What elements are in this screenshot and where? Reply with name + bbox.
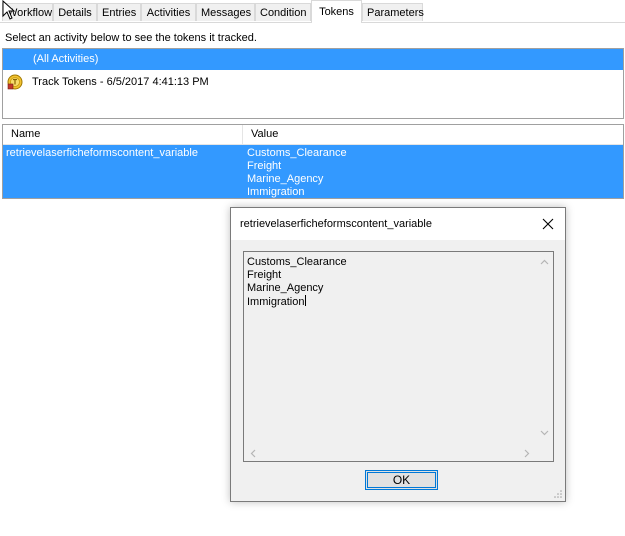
textbox-content: Customs_Clearance Freight Marine_Agency … (247, 256, 347, 309)
resize-grip-icon[interactable] (553, 489, 563, 499)
track-tokens-icon (7, 74, 23, 90)
table-row[interactable]: retrievelaserficheformscontent_variable … (3, 145, 623, 198)
textbox-line: Immigration (247, 296, 305, 308)
close-button[interactable] (531, 208, 565, 240)
ok-button[interactable]: OK (365, 470, 438, 490)
token-value-textbox[interactable]: Customs_Clearance Freight Marine_Agency … (243, 251, 554, 462)
textbox-line: Customs_Clearance (247, 256, 347, 268)
dialog-title: retrievelaserficheformscontent_variable (240, 218, 432, 230)
dialog-titlebar[interactable]: retrievelaserficheformscontent_variable (231, 208, 565, 240)
tab-messages[interactable]: Messages (196, 3, 255, 21)
tab-strip: Workflow Details Entries Activities Mess… (0, 0, 625, 23)
scroll-left-icon[interactable] (250, 449, 256, 458)
tokens-grid: Name Value retrievelaserficheformsconten… (2, 124, 624, 199)
text-caret (305, 295, 307, 306)
tab-details[interactable]: Details (53, 3, 97, 21)
token-value-line: Freight (247, 160, 282, 172)
grid-header: Name Value (3, 125, 623, 145)
activity-item-track-tokens[interactable]: Track Tokens - 6/5/2017 4:41:13 PM (3, 73, 623, 91)
activity-item-label: Track Tokens - 6/5/2017 4:41:13 PM (32, 76, 209, 88)
token-value-cell: Customs_Clearance Freight Marine_Agency … (247, 147, 347, 199)
scroll-up-icon[interactable] (540, 259, 549, 265)
textbox-line: Freight (247, 269, 282, 281)
column-header-value[interactable]: Value (243, 125, 623, 144)
activity-item-all[interactable]: (All Activities) (3, 49, 623, 70)
token-value-line: Immigration (247, 186, 305, 198)
token-value-line: Customs_Clearance (247, 147, 347, 159)
scroll-right-icon[interactable] (524, 449, 530, 458)
instruction-text: Select an activity below to see the toke… (5, 32, 257, 44)
column-header-name[interactable]: Name (3, 125, 243, 144)
token-value-line: Marine_Agency (247, 173, 324, 185)
token-value-dialog: retrievelaserficheformscontent_variable … (230, 207, 566, 502)
activity-list[interactable]: (All Activities) Track Tokens - 6/5/2017… (2, 48, 624, 119)
tab-condition[interactable]: Condition (255, 3, 311, 21)
tab-parameters[interactable]: Parameters (362, 3, 424, 21)
close-icon (542, 218, 554, 230)
tab-tokens[interactable]: Tokens (311, 0, 362, 23)
activity-item-all-label: (All Activities) (33, 53, 99, 65)
tab-entries[interactable]: Entries (97, 3, 141, 21)
scroll-down-icon[interactable] (540, 430, 549, 436)
token-name-cell: retrievelaserficheformscontent_variable (6, 147, 198, 159)
horizontal-scrollbar[interactable] (244, 444, 536, 461)
vertical-scrollbar[interactable] (536, 252, 553, 444)
tab-activities[interactable]: Activities (141, 3, 196, 21)
mouse-cursor-icon (2, 0, 16, 20)
textbox-line: Marine_Agency (247, 282, 324, 294)
